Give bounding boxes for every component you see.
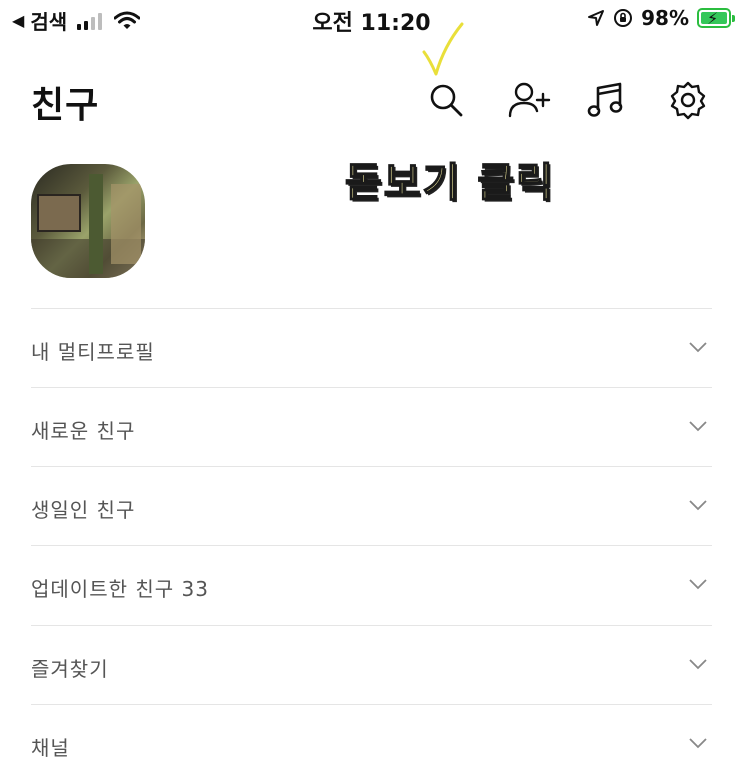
section-label: 업데이트한 친구 33 (31, 577, 209, 601)
search-icon[interactable] (424, 78, 468, 122)
divider (31, 545, 712, 546)
chevron-down-icon[interactable] (688, 498, 708, 512)
chevron-down-icon[interactable] (688, 340, 708, 354)
section-row-birthdays[interactable]: 생일인 친구 (31, 468, 712, 546)
section-label: 새로운 친구 (31, 419, 136, 443)
chevron-down-icon[interactable] (688, 736, 708, 750)
page-title: 친구 (31, 85, 100, 126)
section-label: 내 멀티프로필 (31, 340, 155, 364)
status-bar: ◀ 검색 오전 11:20 98% ⚡ (0, 0, 743, 40)
battery-percent: 98% (641, 6, 689, 30)
section-label: 즐겨찾기 (31, 657, 109, 681)
section-label: 생일인 친구 (31, 498, 136, 522)
annotation-text: 돋보기 클릭 (344, 159, 555, 207)
orientation-lock-icon (614, 9, 633, 27)
settings-icon[interactable] (666, 78, 710, 122)
check-mark-annotation (422, 22, 464, 76)
divider (31, 466, 712, 467)
divider (31, 308, 712, 309)
section-row-multiprofile[interactable]: 내 멀티프로필 (31, 310, 712, 388)
section-row-updated[interactable]: 업데이트한 친구 33 (31, 547, 712, 625)
divider (31, 704, 712, 705)
chevron-down-icon[interactable] (688, 657, 708, 671)
add-friend-icon[interactable] (507, 78, 551, 122)
section-row-favorites[interactable]: 즐겨찾기 (31, 627, 712, 705)
section-row-new-friends[interactable]: 새로운 친구 (31, 389, 712, 467)
section-label: 채널 (31, 736, 70, 760)
battery-charging-icon: ⚡ (697, 8, 735, 28)
section-row-channels[interactable]: 채널 (31, 706, 712, 784)
music-icon[interactable] (584, 78, 628, 122)
divider (31, 387, 712, 388)
status-right: 98% ⚡ (587, 6, 735, 30)
divider (31, 625, 712, 626)
chevron-down-icon[interactable] (688, 577, 708, 591)
avatar[interactable] (31, 164, 145, 278)
chevron-down-icon[interactable] (688, 419, 708, 433)
location-arrow-icon (588, 10, 605, 26)
